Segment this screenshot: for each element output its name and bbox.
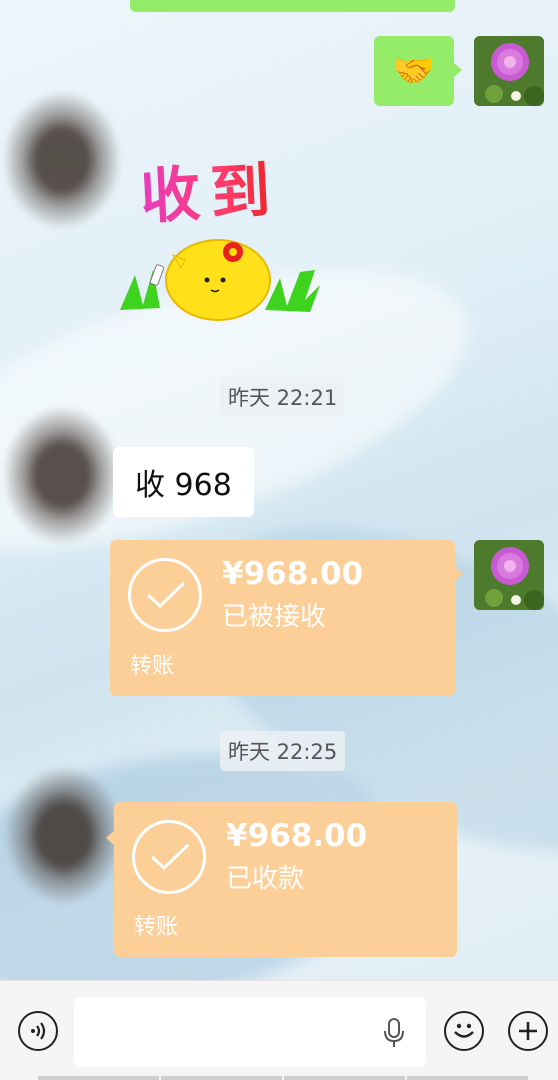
transfer-amount: ¥968.00: [226, 818, 368, 854]
received-text-bubble[interactable]: 收 968: [113, 447, 254, 517]
check-circle-icon: [132, 820, 206, 894]
message-text: 收 968: [135, 468, 232, 503]
sticker-caption: 收到: [138, 141, 282, 235]
transfer-status: 已收款: [226, 864, 305, 894]
message-timestamp: 昨天 22:21: [220, 377, 346, 417]
microphone-icon[interactable]: [383, 1017, 405, 1049]
transfer-amount: ¥968.00: [222, 556, 364, 592]
emoji-icon[interactable]: [444, 1011, 484, 1051]
home-indicator: [38, 1076, 528, 1080]
flower-avatar-image: [474, 36, 544, 106]
sent-emoji-bubble[interactable]: 🤝: [374, 36, 462, 106]
message-timestamp: 昨天 22:25: [220, 731, 346, 771]
contact-avatar[interactable]: [2, 90, 122, 230]
received-sticker[interactable]: 收到: [115, 145, 325, 325]
voice-icon[interactable]: [18, 1011, 58, 1051]
contact-avatar[interactable]: [2, 405, 122, 545]
my-avatar[interactable]: [474, 36, 544, 106]
my-avatar[interactable]: [474, 540, 544, 610]
previous-message-bubble[interactable]: [130, 0, 455, 12]
check-circle-icon: [128, 558, 202, 632]
transfer-label: 转账: [130, 654, 175, 679]
flower-avatar-image: [474, 540, 544, 610]
plus-icon[interactable]: [508, 1011, 548, 1051]
received-transfer-card[interactable]: ¥968.00 已收款 转账: [106, 802, 457, 957]
message-input[interactable]: [74, 997, 426, 1067]
chat-screen: 🤝 收到 昨天 22:21 收 968 ¥968.00 已被接收 转账 昨天 2…: [0, 0, 558, 1080]
chat-input-bar: [0, 980, 558, 1080]
handshake-emoji: 🤝: [392, 51, 436, 91]
transfer-status: 已被接收: [222, 602, 327, 632]
sent-transfer-card[interactable]: ¥968.00 已被接收 转账: [110, 540, 463, 696]
chick-sticker-image: [120, 239, 320, 321]
transfer-label: 转账: [134, 915, 179, 940]
